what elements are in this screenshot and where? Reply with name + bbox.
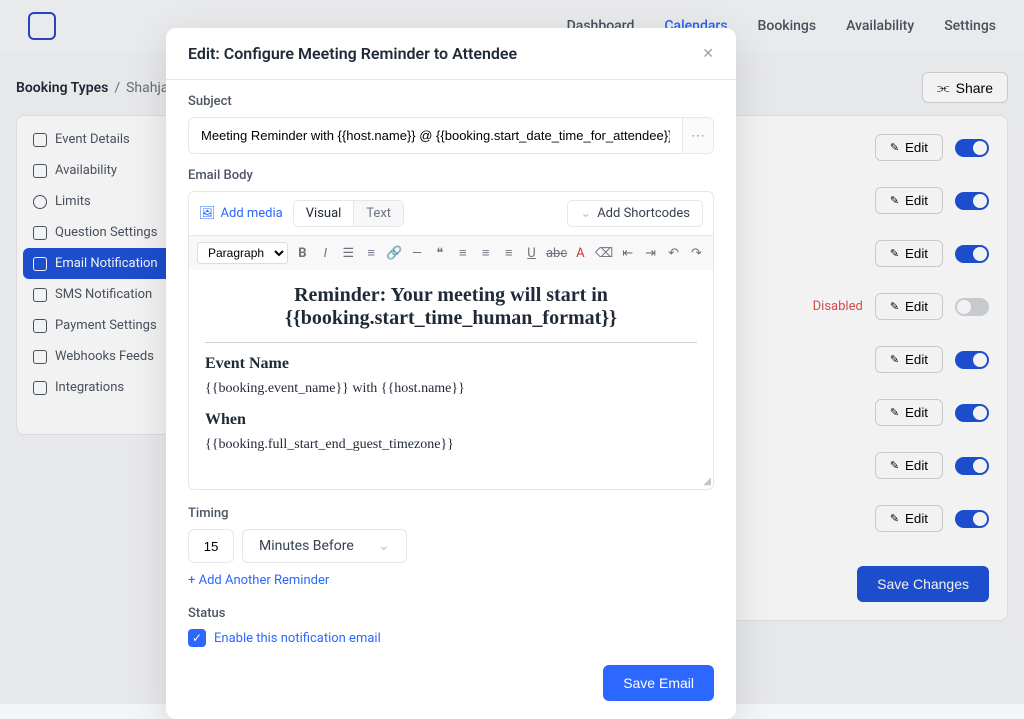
strike-icon[interactable]: abc: [546, 246, 566, 261]
subject-input[interactable]: [188, 117, 682, 154]
add-media-button[interactable]: 🖼 Add media: [199, 206, 283, 221]
timing-label: Timing: [188, 506, 714, 521]
undo-icon[interactable]: ↶: [665, 246, 682, 261]
link-icon[interactable]: 🔗: [386, 246, 403, 261]
align-left-icon[interactable]: ≡: [454, 245, 471, 261]
tab-visual[interactable]: Visual: [294, 201, 355, 226]
hr-icon[interactable]: —: [409, 246, 426, 261]
modal-title: Edit: Configure Meeting Reminder to Atte…: [188, 44, 517, 63]
align-right-icon[interactable]: ≡: [500, 245, 517, 261]
textcolor-icon[interactable]: A: [572, 246, 589, 261]
editor-body[interactable]: Reminder: Your meeting will start in {{b…: [188, 270, 714, 490]
subject-more-button[interactable]: ⋯: [682, 117, 714, 154]
tab-text[interactable]: Text: [354, 201, 403, 226]
quote-icon[interactable]: ❝: [431, 246, 448, 261]
subject-label: Subject: [188, 94, 714, 109]
ul-icon[interactable]: ☰: [340, 246, 357, 261]
editor-tabs: Visual Text: [293, 200, 404, 227]
editor-heading-1: Reminder: Your meeting will start in: [294, 284, 608, 306]
outdent-icon[interactable]: ⇤: [619, 246, 636, 261]
timing-unit-select[interactable]: Minutes Before ⌄: [242, 529, 407, 563]
resize-handle-icon[interactable]: ◢: [703, 476, 711, 487]
editor-heading-2: {{booking.start_time_human_format}}: [285, 307, 617, 329]
close-icon[interactable]: ✕: [702, 46, 714, 62]
italic-icon[interactable]: I: [317, 246, 334, 261]
enable-label: Enable this notification email: [214, 631, 381, 646]
format-bar: Paragraph B I ☰ ≡ 🔗 — ❝ ≡ ≡ ≡ U abc A ⌫ …: [188, 236, 714, 270]
editor-toolbar: 🖼 Add media Visual Text ⌄ Add Shortcodes: [188, 191, 714, 236]
event-name-value: {{booking.event_name}} with {{host.name}…: [205, 381, 697, 397]
when-value: {{booking.full_start_end_guest_timezone}…: [205, 437, 697, 453]
bold-icon[interactable]: B: [294, 246, 311, 261]
chevron-down-icon: ⌄: [378, 538, 390, 554]
align-center-icon[interactable]: ≡: [477, 245, 494, 261]
redo-icon[interactable]: ↷: [688, 246, 705, 261]
indent-icon[interactable]: ⇥: [642, 246, 659, 261]
ol-icon[interactable]: ≡: [363, 245, 380, 261]
chevron-down-icon: ⌄: [580, 206, 591, 221]
paragraph-select[interactable]: Paragraph: [197, 242, 288, 264]
edit-modal: Edit: Configure Meeting Reminder to Atte…: [166, 28, 736, 719]
event-name-label: Event Name: [205, 355, 697, 373]
enable-checkbox[interactable]: ✓: [188, 629, 206, 647]
add-shortcodes-button[interactable]: ⌄ Add Shortcodes: [567, 200, 703, 227]
add-another-reminder-link[interactable]: + Add Another Reminder: [188, 573, 714, 588]
status-label: Status: [188, 606, 714, 621]
clear-icon[interactable]: ⌫: [595, 246, 613, 261]
underline-icon[interactable]: U: [523, 246, 540, 261]
when-label: When: [205, 411, 697, 429]
email-body-label: Email Body: [188, 168, 714, 183]
timing-value-input[interactable]: [188, 529, 234, 563]
save-email-button[interactable]: Save Email: [603, 665, 714, 701]
media-icon: 🖼: [199, 206, 216, 221]
